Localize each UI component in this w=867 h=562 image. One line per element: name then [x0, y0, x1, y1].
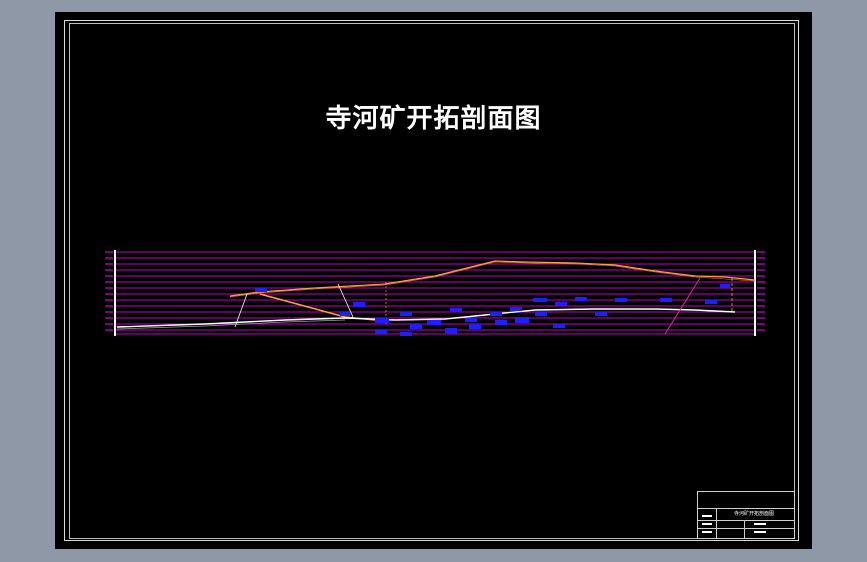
roadway-markers: [255, 284, 730, 336]
title-block-line: [698, 508, 794, 509]
title-block: 寺河矿开拓剖面图: [697, 491, 795, 539]
cross-section-drawing: [105, 250, 765, 336]
title-block-mark: [754, 531, 766, 533]
title-block-line: [698, 520, 794, 521]
ground-surface-line-2: [229, 261, 756, 298]
title-block-line: [744, 520, 745, 538]
title-block-mark: [702, 531, 712, 533]
ground-surface-line: [229, 260, 756, 297]
coal-seam-line-2: [116, 319, 346, 330]
title-block-line: [716, 508, 717, 538]
drawing-sheet: 寺河矿开拓剖面图 寺河矿开拓剖面图: [55, 12, 812, 549]
title-block-mark: [754, 523, 766, 525]
title-block-mark: [702, 515, 712, 517]
title-block-drawing-name: 寺河矿开拓剖面图: [734, 511, 775, 517]
title-block-mark: [702, 523, 712, 525]
title-block-line: [698, 528, 794, 529]
